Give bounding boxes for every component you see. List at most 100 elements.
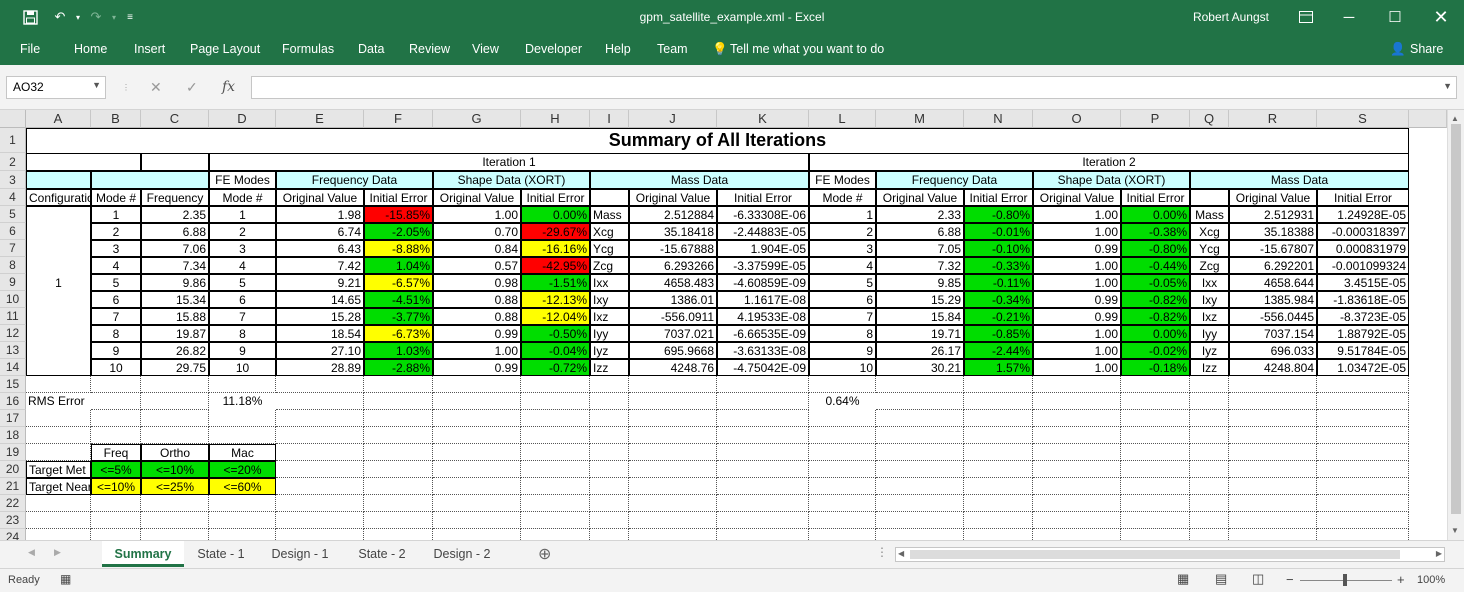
frequency-value[interactable]: 26.82 [141,342,209,359]
frequency-data-header[interactable]: Frequency Data [876,171,1033,189]
undo-dropdown-icon[interactable]: ▾ [68,8,88,26]
frequency-value[interactable]: 9.86 [141,274,209,291]
grid-cell[interactable] [717,427,809,444]
freq-original[interactable]: 15.28 [276,308,364,325]
mass-label[interactable]: Zcg [1190,257,1229,274]
freq-error[interactable]: -0.10% [964,240,1033,257]
column-header[interactable]: K [717,110,809,128]
freq-error[interactable]: -6.73% [364,325,433,342]
grid-cell[interactable] [276,461,364,478]
grid-cell[interactable] [809,427,876,444]
user-name[interactable]: Robert Aungst [1193,10,1269,24]
column-label[interactable]: Mode # [209,189,276,206]
grid-cell[interactable] [629,461,717,478]
column-header[interactable]: P [1121,110,1190,128]
undo-icon[interactable]: ↶ [50,8,70,26]
grid-cell[interactable] [276,444,364,461]
grid-cell[interactable] [433,461,521,478]
mass-error[interactable]: 9.51784E-05 [1317,342,1409,359]
mass-original[interactable]: 7037.021 [629,325,717,342]
shape-original[interactable]: 1.00 [1033,274,1121,291]
grid-cell[interactable] [209,529,276,540]
column-label[interactable]: Initial Error [1317,189,1409,206]
freq-error[interactable]: -2.05% [364,223,433,240]
mass-label[interactable]: Zcg [590,257,629,274]
grid-cell[interactable] [1190,529,1229,540]
grid-cell[interactable] [141,512,209,529]
tab-state-2[interactable]: State - 2 [348,541,416,567]
insert-function-icon[interactable]: fx [222,79,235,95]
shape-error[interactable]: -0.44% [1121,257,1190,274]
grid-cell[interactable] [1317,427,1409,444]
column-label[interactable]: Initial Error [964,189,1033,206]
grid-cell[interactable] [1229,410,1317,427]
grid-cell[interactable] [876,444,964,461]
grid-cell[interactable] [141,376,209,393]
grid-cell[interactable] [1229,444,1317,461]
grid-cell[interactable] [91,427,141,444]
fe-mode-number[interactable]: 5 [209,274,276,291]
fe-mode-number[interactable]: 4 [809,257,876,274]
grid-cell[interactable] [1317,410,1409,427]
freq-error[interactable]: -0.01% [964,223,1033,240]
mass-label[interactable]: Ixx [1190,274,1229,291]
grid-cell[interactable] [1121,444,1190,461]
frequency-value[interactable]: 15.88 [141,308,209,325]
column-header[interactable] [1409,110,1447,128]
legend-near-freq[interactable]: <=10% [91,478,141,495]
freq-error[interactable]: 1.03% [364,342,433,359]
shape-error[interactable]: -0.04% [521,342,590,359]
shape-original[interactable]: 1.00 [1033,206,1121,223]
column-label[interactable]: Original Value [876,189,964,206]
grid-cell[interactable] [717,478,809,495]
row-header[interactable]: 15 [0,376,26,393]
freq-original[interactable]: 2.33 [876,206,964,223]
column-label[interactable]: Original Value [629,189,717,206]
grid-cell[interactable] [364,478,433,495]
column-header[interactable]: I [590,110,629,128]
row-header[interactable]: 6 [0,223,26,240]
grid-cell[interactable] [717,495,809,512]
column-label[interactable] [1190,189,1229,206]
column-header[interactable]: F [364,110,433,128]
customize-qat-icon[interactable]: ≡ [120,8,140,26]
grid-cell[interactable] [717,393,809,410]
column-label[interactable]: Initial Error [521,189,590,206]
grid-cell[interactable] [521,376,590,393]
grid-cell[interactable] [629,529,717,540]
grid-cell[interactable] [26,427,91,444]
mass-original[interactable]: -15.67888 [629,240,717,257]
mass-original[interactable]: 6.292201 [1229,257,1317,274]
grid-cell[interactable] [433,495,521,512]
grid-cell[interactable] [809,444,876,461]
grid-cell[interactable] [590,410,629,427]
ribbon-display-options-icon[interactable] [1286,0,1326,34]
menu-page-layout[interactable]: Page Layout [190,42,260,56]
grid-cell[interactable] [809,529,876,540]
grid-cell[interactable] [629,427,717,444]
menu-developer[interactable]: Developer [525,42,582,56]
grid-cell[interactable] [629,410,717,427]
grid-cell[interactable] [521,427,590,444]
zoom-in-icon[interactable]: + [1397,572,1405,587]
vertical-scroll-thumb[interactable] [1451,124,1461,514]
grid-cell[interactable] [590,427,629,444]
freq-original[interactable]: 18.54 [276,325,364,342]
freq-original[interactable]: 14.65 [276,291,364,308]
grid-cell[interactable] [433,444,521,461]
grid-cell[interactable] [1229,512,1317,529]
menu-help[interactable]: Help [605,42,631,56]
column-label[interactable]: Frequency [141,189,209,206]
mass-label[interactable]: Ixz [1190,308,1229,325]
grid-cell[interactable] [629,478,717,495]
grid-cell[interactable] [876,376,964,393]
mass-label[interactable]: Mass [1190,206,1229,223]
expand-formula-icon[interactable]: ▼ [1443,81,1452,91]
menu-insert[interactable]: Insert [134,42,165,56]
add-sheet-icon[interactable]: ⊕ [538,544,551,564]
grid-cell[interactable] [364,512,433,529]
grid-cell[interactable] [521,393,590,410]
freq-original[interactable]: 7.42 [276,257,364,274]
grid-cell[interactable] [590,376,629,393]
close-icon[interactable]: ✕ [1418,0,1464,34]
